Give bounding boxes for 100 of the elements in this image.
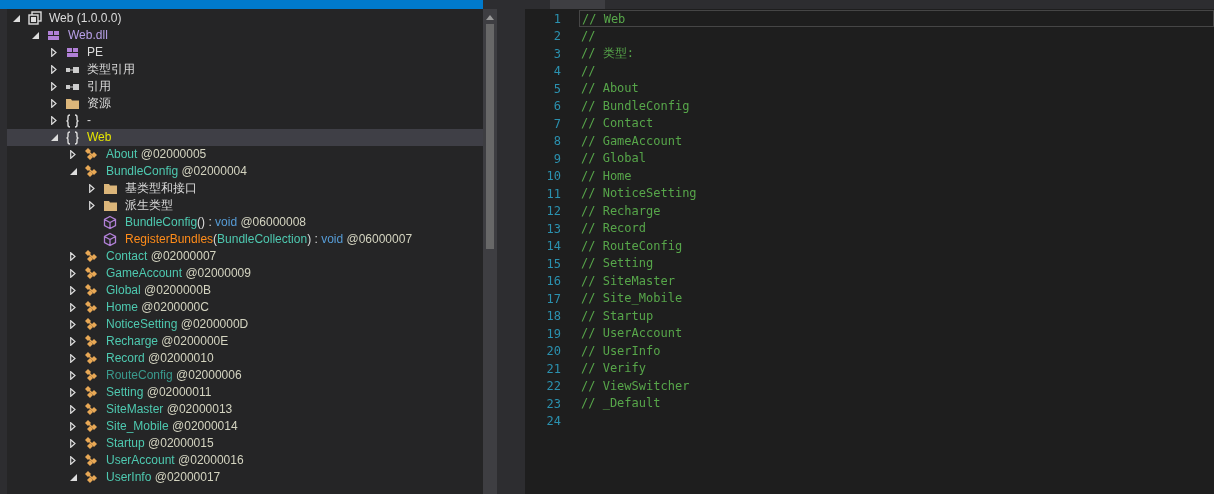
collapsed-arrow-icon[interactable] — [51, 82, 57, 91]
line-number: 24 — [545, 413, 561, 431]
collapsed-arrow-icon[interactable] — [89, 184, 95, 193]
collapsed-arrow-icon[interactable] — [70, 320, 76, 329]
tree-row[interactable]: - — [7, 112, 483, 129]
line-number: 16 — [545, 273, 561, 291]
collapsed-arrow-icon[interactable] — [89, 201, 95, 210]
collapsed-arrow-icon[interactable] — [70, 303, 76, 312]
tree-row[interactable]: 派生类型 — [7, 197, 483, 214]
collapsed-arrow-icon[interactable] — [51, 99, 57, 108]
tree-item-label: RegisterBundles(BundleCollection) : void @06000007 — [125, 231, 413, 248]
tree-row[interactable]: GameAccount @02000009 — [7, 265, 483, 282]
tree-row[interactable]: UserInfo @02000017 — [7, 469, 483, 486]
class-icon — [84, 368, 99, 383]
code-line: // ViewSwitcher — [580, 377, 690, 395]
tree-row[interactable]: BundleConfig @02000004 — [7, 163, 483, 180]
folder-icon — [103, 198, 118, 213]
scrollbar-thumb[interactable] — [486, 24, 494, 249]
tree-item-label: GameAccount @02000009 — [106, 265, 251, 282]
line-number: 19 — [545, 325, 561, 343]
code-line: // GameAccount — [580, 132, 683, 150]
line-number: 7 — [552, 115, 561, 133]
code-line: // Recharge — [580, 202, 661, 220]
tree-row[interactable]: Contact @02000007 — [7, 248, 483, 265]
collapsed-arrow-icon[interactable] — [70, 371, 76, 380]
code-line: // Contact — [580, 115, 654, 133]
tree-row[interactable]: RouteConfig @02000006 — [7, 367, 483, 384]
tree-item-label: 类型引用 — [87, 61, 135, 78]
collapsed-arrow-icon[interactable] — [70, 456, 76, 465]
cube-icon — [103, 215, 118, 230]
collapsed-arrow-icon[interactable] — [70, 269, 76, 278]
class-icon — [84, 453, 99, 468]
line-number: 17 — [545, 290, 561, 308]
code-line: // — [580, 62, 596, 80]
collapsed-arrow-icon[interactable] — [70, 354, 76, 363]
collapsed-arrow-icon[interactable] — [70, 439, 76, 448]
tree-row[interactable]: 资源 — [7, 95, 483, 112]
tree-item-label: Recharge @0200000E — [106, 333, 229, 350]
collapsed-arrow-icon[interactable] — [70, 388, 76, 397]
tree-row[interactable]: Web.dll — [7, 27, 483, 44]
tree-row[interactable]: Recharge @0200000E — [7, 333, 483, 350]
tree-row[interactable]: 引用 — [7, 78, 483, 95]
line-number: 1 — [552, 10, 561, 28]
tree-row[interactable]: UserAccount @02000016 — [7, 452, 483, 469]
collapsed-arrow-icon[interactable] — [70, 150, 76, 159]
code-line: // Site_Mobile — [580, 290, 683, 308]
class-icon — [84, 402, 99, 417]
tree-item-label: UserInfo @02000017 — [106, 469, 221, 486]
vertical-scrollbar[interactable] — [483, 9, 497, 494]
tree-row[interactable]: Web — [7, 129, 483, 146]
collapsed-arrow-icon[interactable] — [51, 65, 57, 74]
tree-row[interactable]: Record @02000010 — [7, 350, 483, 367]
tree-row[interactable]: Global @0200000B — [7, 282, 483, 299]
braces-icon — [65, 130, 80, 145]
tree-row[interactable]: Startup @02000015 — [7, 435, 483, 452]
tree-row[interactable]: SiteMaster @02000013 — [7, 401, 483, 418]
expanded-arrow-icon[interactable] — [69, 168, 77, 175]
line-number: 12 — [545, 203, 561, 221]
line-number: 9 — [552, 150, 561, 168]
tree-item-label: NoticeSetting @0200000D — [106, 316, 249, 333]
code-line: // Setting — [580, 255, 654, 273]
code-line: // About — [580, 80, 639, 98]
expanded-arrow-icon[interactable] — [31, 32, 39, 39]
class-icon — [84, 317, 99, 332]
collapsed-arrow-icon[interactable] — [70, 422, 76, 431]
expanded-arrow-icon[interactable] — [69, 474, 77, 481]
collapsed-arrow-icon[interactable] — [70, 252, 76, 261]
tree-item-label: Web (1.0.0.0) — [49, 10, 122, 27]
collapsed-arrow-icon[interactable] — [70, 405, 76, 414]
tree-item-label: BundleConfig @02000004 — [106, 163, 247, 180]
code-line: // BundleConfig — [580, 97, 690, 115]
code-line: // Verify — [580, 360, 647, 378]
tree-item-label: 派生类型 — [125, 197, 173, 214]
line-number: 4 — [552, 63, 561, 81]
tree-row[interactable]: Setting @02000011 — [7, 384, 483, 401]
tree-row[interactable]: Home @0200000C — [7, 299, 483, 316]
expanded-arrow-icon[interactable] — [12, 15, 20, 22]
expanded-arrow-icon[interactable] — [50, 134, 58, 141]
tree-row[interactable]: BundleConfig() : void @06000008 — [7, 214, 483, 231]
tree-item-label: Contact @02000007 — [106, 248, 217, 265]
tree-row[interactable]: Site_Mobile @02000014 — [7, 418, 483, 435]
scroll-up-icon[interactable] — [486, 15, 494, 20]
class-icon — [84, 385, 99, 400]
line-number: 23 — [545, 395, 561, 413]
tree-row[interactable]: 基类型和接口 — [7, 180, 483, 197]
tree-row[interactable]: RegisterBundles(BundleCollection) : void @06000007 — [7, 231, 483, 248]
collapsed-arrow-icon[interactable] — [51, 48, 57, 57]
code-line: // RouteConfig — [580, 237, 683, 255]
tree-row[interactable]: 类型引用 — [7, 61, 483, 78]
collapsed-arrow-icon[interactable] — [51, 116, 57, 125]
collapsed-arrow-icon[interactable] — [70, 337, 76, 346]
tree-item-label: 基类型和接口 — [125, 180, 197, 197]
tree-item-label: Web.dll — [68, 27, 108, 44]
code-line: // SiteMaster — [580, 272, 675, 290]
collapsed-arrow-icon[interactable] — [70, 286, 76, 295]
tree-row[interactable]: NoticeSetting @0200000D — [7, 316, 483, 333]
tree-row[interactable]: PE — [7, 44, 483, 61]
tree-item-label: Site_Mobile @02000014 — [106, 418, 238, 435]
tree-row[interactable]: About @02000005 — [7, 146, 483, 163]
tree-row[interactable]: Web (1.0.0.0) — [7, 10, 483, 27]
